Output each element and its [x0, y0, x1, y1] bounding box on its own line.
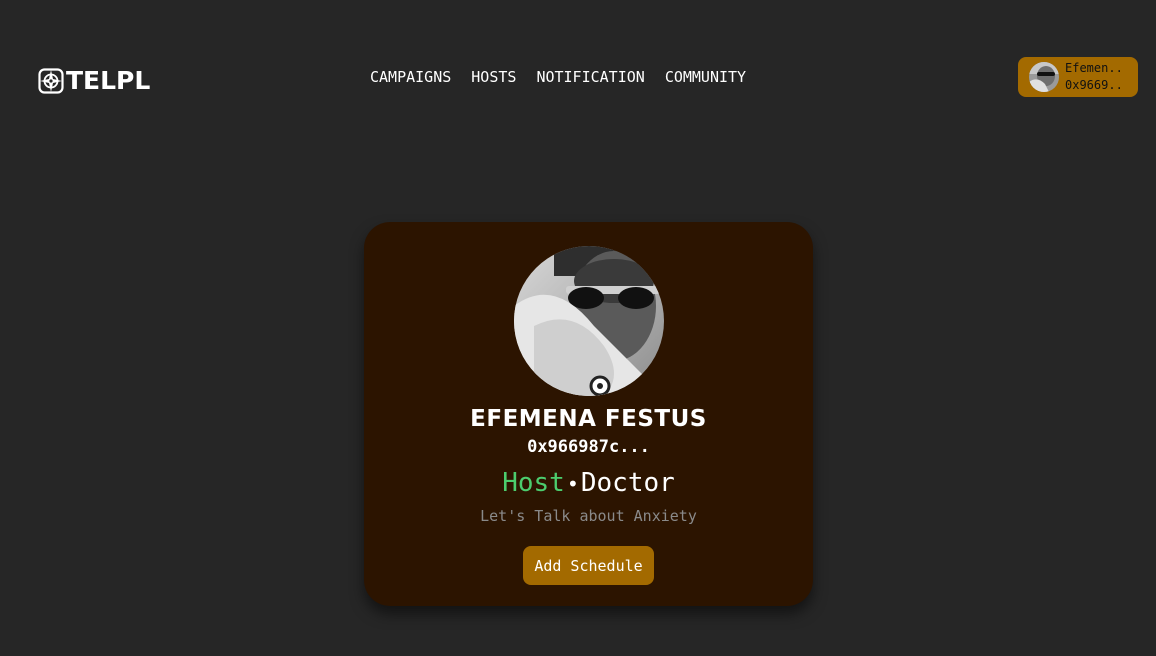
profession-label: Doctor	[580, 468, 675, 498]
main-nav: CAMPAIGNS HOSTS NOTIFICATION COMMUNITY	[370, 67, 746, 87]
host-profile-card: EFEMENA FESTUS 0x966987c... Host •Doctor …	[364, 222, 813, 606]
profile-roles: Host •Doctor	[364, 466, 813, 501]
add-schedule-button[interactable]: Add Schedule	[523, 546, 654, 585]
top-header: TELPL CAMPAIGNS HOSTS NOTIFICATION COMMU…	[0, 0, 1156, 160]
wallet-button[interactable]: Efemen.. 0x9669..	[1018, 57, 1138, 97]
nav-campaigns[interactable]: CAMPAIGNS	[370, 67, 451, 87]
wallet-info: Efemen.. 0x9669..	[1065, 60, 1123, 94]
profile-address: 0x966987c...	[527, 437, 650, 457]
wallet-address: 0x9669..	[1065, 78, 1123, 92]
nav-notification[interactable]: NOTIFICATION	[536, 67, 644, 87]
role-separator: •	[566, 472, 579, 496]
wallet-avatar	[1029, 62, 1059, 92]
logo-text: TELPL	[66, 66, 151, 95]
nav-community[interactable]: COMMUNITY	[665, 67, 746, 87]
profile-avatar	[514, 246, 664, 396]
profile-name: EFEMENA FESTUS	[470, 406, 707, 432]
profile-topic: Let's Talk about Anxiety	[480, 507, 697, 525]
role-label: Host	[502, 468, 565, 498]
nav-hosts[interactable]: HOSTS	[471, 67, 516, 87]
compass-star-icon	[38, 68, 64, 94]
logo[interactable]: TELPL	[38, 66, 150, 96]
wallet-name: Efemen..	[1065, 61, 1123, 75]
